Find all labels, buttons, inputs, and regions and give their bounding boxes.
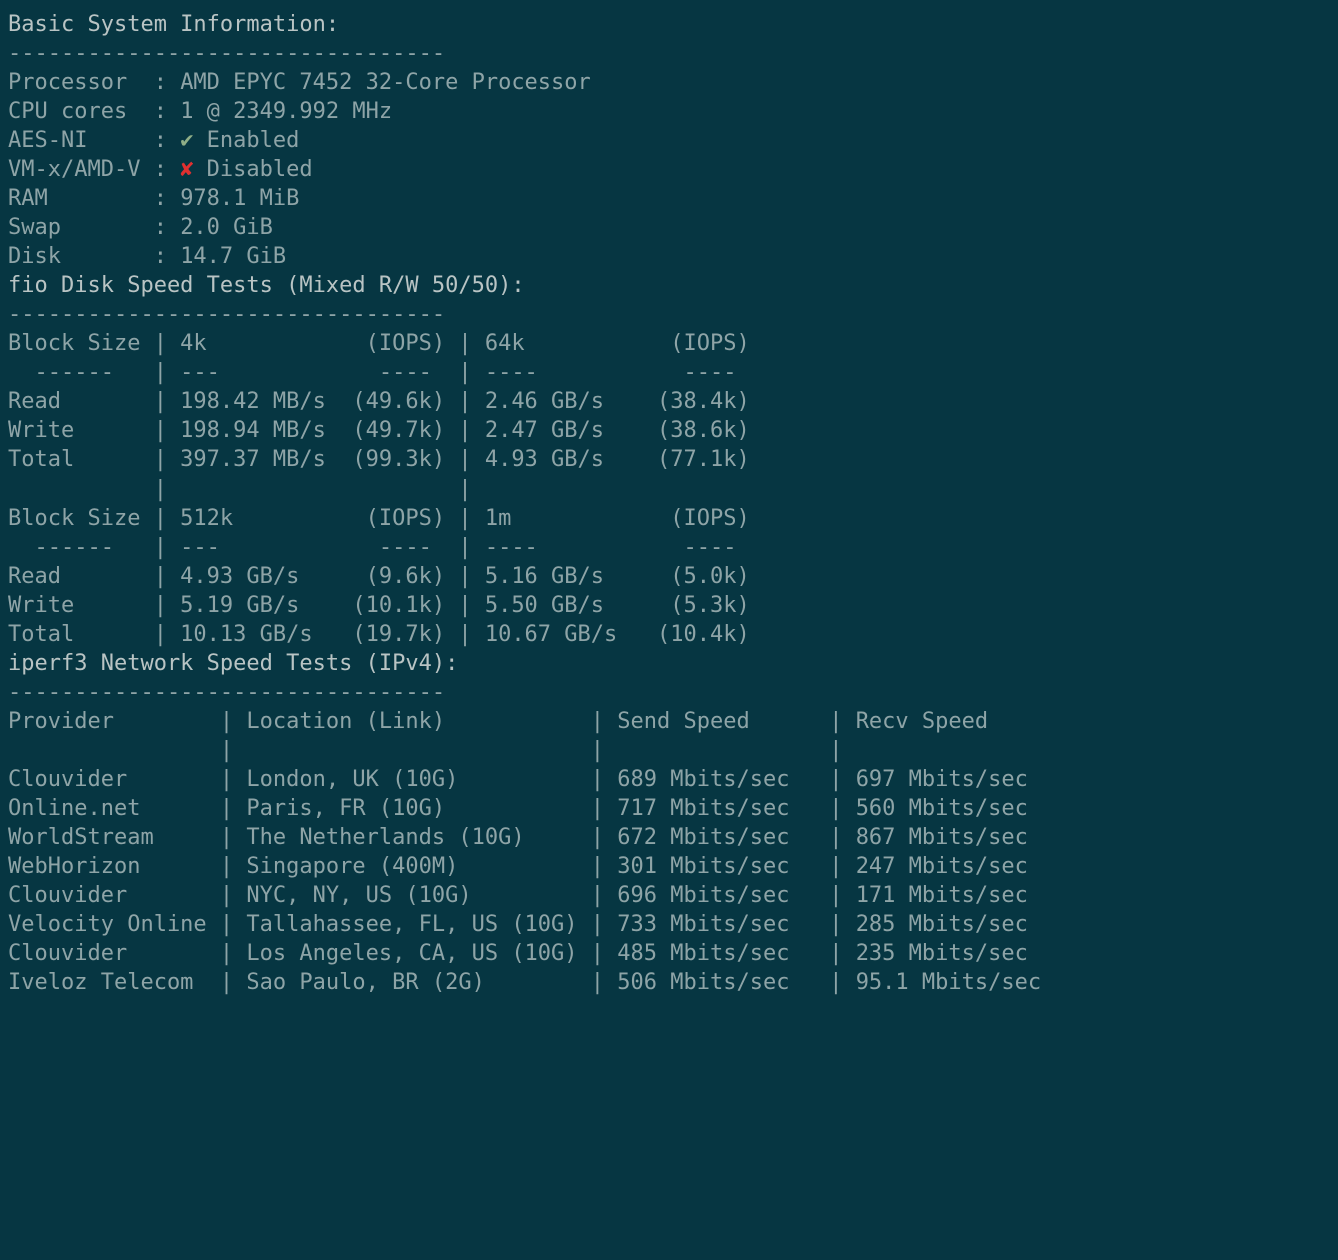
basic-dashes: --------------------------------- [8, 39, 1330, 68]
iperf-row: WebHorizon | Singapore (400M) | 301 Mbit… [8, 852, 1330, 881]
fio-row: Write | 5.19 GB/s (10.1k) | 5.50 GB/s (5… [8, 591, 1330, 620]
cross-icon: ✘ [180, 157, 193, 182]
iperf-row: Clouvider | Los Angeles, CA, US (10G) | … [8, 939, 1330, 968]
iperf-blank: | | | [8, 736, 1330, 765]
terminal-output: Basic System Information:---------------… [0, 0, 1338, 1017]
fio-blank: | | [8, 475, 1330, 504]
fio-row: Read | 198.42 MB/s (49.6k) | 2.46 GB/s (… [8, 387, 1330, 416]
basic-row: AES-NI : ✔ Enabled [8, 126, 1330, 155]
fio-title: fio Disk Speed Tests (Mixed R/W 50/50): [8, 271, 1330, 300]
iperf-header: Provider | Location (Link) | Send Speed … [8, 707, 1330, 736]
fio-under: ------ | --- ---- | ---- ---- [8, 358, 1330, 387]
iperf-row: Clouvider | London, UK (10G) | 689 Mbits… [8, 765, 1330, 794]
basic-row: Swap : 2.0 GiB [8, 213, 1330, 242]
iperf-row: Iveloz Telecom | Sao Paulo, BR (2G) | 50… [8, 968, 1330, 997]
basic-row: Disk : 14.7 GiB [8, 242, 1330, 271]
basic-row: CPU cores : 1 @ 2349.992 MHz [8, 97, 1330, 126]
check-icon: ✔ [180, 128, 193, 153]
fio-under: ------ | --- ---- | ---- ---- [8, 533, 1330, 562]
iperf-row: WorldStream | The Netherlands (10G) | 67… [8, 823, 1330, 852]
fio-row: Read | 4.93 GB/s (9.6k) | 5.16 GB/s (5.0… [8, 562, 1330, 591]
iperf-row: Clouvider | NYC, NY, US (10G) | 696 Mbit… [8, 881, 1330, 910]
basic-row: RAM : 978.1 MiB [8, 184, 1330, 213]
fio-header: Block Size | 4k (IOPS) | 64k (IOPS) [8, 329, 1330, 358]
iperf-dashes: --------------------------------- [8, 678, 1330, 707]
basic-row: Processor : AMD EPYC 7452 32-Core Proces… [8, 68, 1330, 97]
iperf-row: Velocity Online | Tallahassee, FL, US (1… [8, 910, 1330, 939]
iperf-title: iperf3 Network Speed Tests (IPv4): [8, 649, 1330, 678]
fio-row: Total | 10.13 GB/s (19.7k) | 10.67 GB/s … [8, 620, 1330, 649]
fio-header: Block Size | 512k (IOPS) | 1m (IOPS) [8, 504, 1330, 533]
fio-row: Write | 198.94 MB/s (49.7k) | 2.47 GB/s … [8, 416, 1330, 445]
iperf-row: Online.net | Paris, FR (10G) | 717 Mbits… [8, 794, 1330, 823]
fio-row: Total | 397.37 MB/s (99.3k) | 4.93 GB/s … [8, 445, 1330, 474]
basic-title: Basic System Information: [8, 10, 1330, 39]
fio-dashes: --------------------------------- [8, 300, 1330, 329]
basic-row: VM-x/AMD-V : ✘ Disabled [8, 155, 1330, 184]
